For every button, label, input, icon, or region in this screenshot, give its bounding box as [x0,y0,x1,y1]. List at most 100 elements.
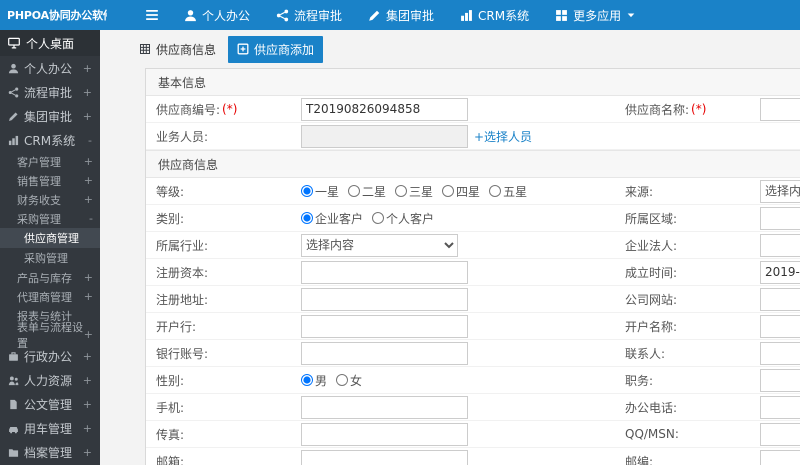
radio-input[interactable] [301,374,313,386]
required-marker: (*) [222,102,238,116]
text-input[interactable] [760,206,800,230]
select-input[interactable]: 选择内容 [301,233,458,257]
expander-icon[interactable]: + [83,422,92,435]
radio-option[interactable]: 个人客户 [372,210,434,227]
sidebar-item[interactable]: 销售管理 + [0,171,100,190]
text-input[interactable] [760,449,800,465]
text-input[interactable] [760,422,800,446]
menu-toggle-button[interactable] [145,8,159,22]
text-input[interactable] [301,449,468,465]
form-row: 银行账号: 联系人: [146,340,800,367]
field-cell [760,232,800,258]
sidebar-item[interactable]: 个人办公 + [0,56,100,80]
radio-option[interactable]: 企业客户 [301,210,363,227]
text-input[interactable] [760,395,800,419]
radio-option[interactable]: 三星 [395,183,433,200]
tab-supplier-add[interactable]: 供应商添加 [228,35,324,63]
app-logo[interactable]: PHPOA协同办公软件 [0,7,107,23]
sidebar-item[interactable]: 财务收支 + [0,190,100,209]
text-input[interactable] [760,368,800,392]
radio-option[interactable]: 一星 [301,183,339,200]
expander-icon[interactable]: - [89,212,93,225]
topbar-nav-item[interactable]: CRM系统 [447,0,542,30]
field-cell: +选择人员 [301,123,625,149]
sidebar-item[interactable]: 档案管理 + [0,440,100,464]
select-person-link[interactable]: +选择人员 [474,128,532,145]
topbar-nav-item[interactable]: 个人办公 [171,0,263,30]
topbar-nav-item[interactable]: 更多应用 [542,0,649,30]
sidebar-item[interactable]: 采购管理 [0,248,100,268]
expander-icon[interactable]: + [84,193,93,206]
sidebar-item[interactable]: 供应商管理 [0,228,100,248]
expander-icon[interactable]: + [84,290,93,303]
text-input[interactable] [301,124,468,148]
sidebar-item-desktop[interactable]: 个人桌面 [0,30,100,56]
radio-option[interactable]: 女 [336,372,362,389]
expander-icon[interactable]: + [83,62,92,75]
radio-option[interactable]: 二星 [348,183,386,200]
expander-icon[interactable]: + [83,446,92,459]
text-input[interactable] [301,314,468,338]
sidebar-item[interactable]: 采购管理 - [0,209,100,228]
text-input[interactable] [301,341,468,365]
text-input[interactable] [301,97,468,121]
sidebar-item[interactable]: CRM系统 - [0,128,100,152]
form-section-title: 基本信息 [146,69,800,96]
text-input[interactable] [301,287,468,311]
field-label: 成立时间: [625,265,678,280]
topbar-nav-item[interactable]: 集团审批 [355,0,447,30]
expander-icon[interactable]: + [84,328,93,341]
radio-option[interactable]: 四星 [442,183,480,200]
radio-input[interactable] [348,185,361,197]
radio-input[interactable] [395,185,408,197]
radio-input[interactable] [301,212,313,224]
field-cell: 一星 二星 三星 四星 五星 [301,178,625,204]
text-input[interactable] [760,233,800,257]
sidebar-item[interactable]: 用车管理 + [0,416,100,440]
expander-icon[interactable]: + [84,174,93,187]
text-input[interactable] [760,287,800,311]
expander-icon[interactable]: + [84,271,93,284]
radio-input[interactable] [442,185,455,197]
field-cell [760,367,800,393]
text-input[interactable] [760,97,800,121]
sidebar-item-label: 档案管理 [24,445,73,460]
field-cell [301,259,625,285]
radio-input[interactable] [489,185,502,197]
text-input[interactable] [760,341,800,365]
add-icon [237,43,249,55]
sidebar-item[interactable]: 表单与流程设置 + [0,321,100,350]
expander-icon[interactable]: - [88,134,92,147]
sidebar-item-label: 个人办公 [24,61,73,76]
sidebar-item[interactable]: 产品与库存 + [0,268,100,287]
sidebar-item[interactable]: 流程审批 + [0,80,100,104]
text-input[interactable] [301,395,468,419]
sidebar-item[interactable]: 行政办公 + [0,344,100,368]
sidebar-item[interactable]: 公文管理 + [0,392,100,416]
radio-option[interactable]: 男 [301,372,327,389]
radio-option[interactable]: 五星 [489,183,527,200]
text-input[interactable] [760,260,800,284]
radio-input[interactable] [336,374,349,386]
sidebar-item[interactable]: 客户管理 + [0,152,100,171]
nav-item-label: 更多应用 [573,8,622,23]
expander-icon[interactable]: + [84,155,93,168]
expander-icon[interactable]: + [83,350,92,363]
expander-icon[interactable]: + [83,398,92,411]
text-input[interactable] [760,314,800,338]
sidebar-item-label: 采购管理 [24,252,68,265]
sidebar-item[interactable]: 集团审批 + [0,104,100,128]
radio-label: 企业客户 [315,211,364,226]
radio-input[interactable] [301,185,313,197]
select-input[interactable]: 选择内容 [760,179,800,203]
text-input[interactable] [301,260,468,284]
expander-icon[interactable]: + [83,110,92,123]
expander-icon[interactable]: + [83,374,92,387]
radio-input[interactable] [372,212,385,224]
text-input[interactable] [301,422,468,446]
tab-supplier-info[interactable]: 供应商信息 [130,36,225,63]
sidebar-item[interactable]: 人力资源 + [0,368,100,392]
topbar-nav-item[interactable]: 流程审批 [263,0,355,30]
sidebar-item[interactable]: 代理商管理 + [0,287,100,306]
expander-icon[interactable]: + [83,86,92,99]
